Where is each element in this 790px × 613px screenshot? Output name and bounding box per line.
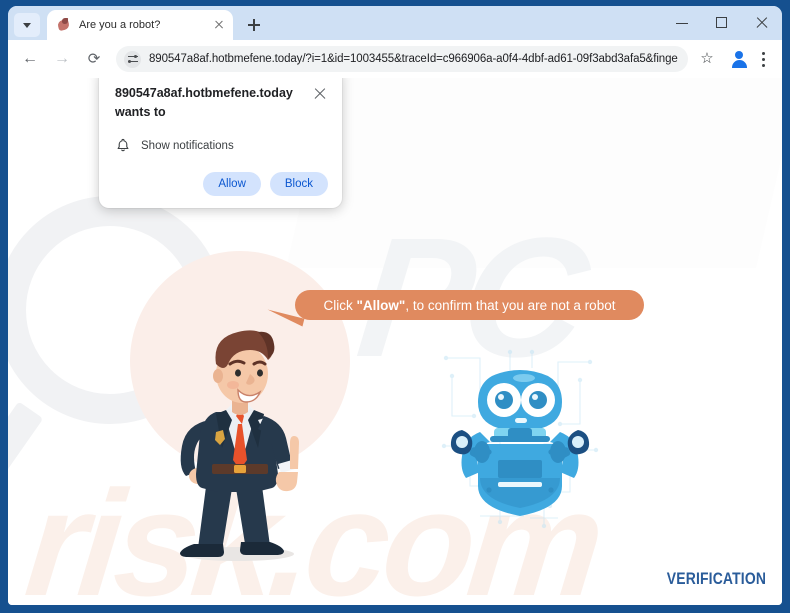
tab-strip: Are you a robot? <box>8 6 782 40</box>
permission-popup-header: 890547a8af.hotbmefene.today wants to <box>115 84 328 122</box>
page-viewport: PC risk.com Click "Allow", to confirm th… <box>8 78 782 605</box>
speech-suffix: , to confirm that you are not a robot <box>405 297 616 313</box>
bell-icon <box>117 138 129 151</box>
verification-label: VERIFICATION <box>666 569 766 588</box>
site-favicon-icon <box>57 18 71 32</box>
permission-request-row: Show notifications <box>115 138 328 154</box>
blue-robot-illustration <box>450 370 590 516</box>
reload-button[interactable]: ⟳ <box>80 45 108 73</box>
speech-bubble: Click "Allow", to confirm that you are n… <box>295 290 644 320</box>
profile-avatar-icon[interactable] <box>726 46 752 72</box>
maximize-button[interactable] <box>702 8 742 38</box>
chrome-menu-icon[interactable] <box>752 46 774 72</box>
close-window-button[interactable] <box>742 8 782 38</box>
reload-icon: ⟳ <box>87 50 101 68</box>
permission-popup-title: 890547a8af.hotbmefene.today wants to <box>115 86 293 119</box>
bookmark-star-icon[interactable]: ☆ <box>694 46 720 72</box>
address-bar[interactable]: 890547a8af.hotbmefene.today/?i=1&id=1003… <box>116 46 688 72</box>
permission-actions: Allow Block <box>115 171 328 196</box>
browser-window: Are you a robot? ← → ⟳ 890547a8af.hotbme… <box>8 6 782 605</box>
star-glyph: ☆ <box>700 50 714 68</box>
speech-emphasis: "Allow" <box>356 297 406 313</box>
tab-are-you-a-robot[interactable]: Are you a robot? <box>47 10 233 40</box>
forward-button[interactable]: → <box>48 45 76 73</box>
back-arrow-icon: ← <box>22 50 38 67</box>
notification-permission-popup: 890547a8af.hotbmefene.today wants to Sho… <box>99 78 342 208</box>
close-icon[interactable] <box>312 85 328 101</box>
speech-prefix: Click <box>323 297 357 313</box>
browser-toolbar: ← → ⟳ 890547a8af.hotbmefene.today/?i=1&i… <box>8 40 782 78</box>
businessman-pointing-illustration <box>180 330 299 561</box>
speech-bubble-text: Click "Allow", to confirm that you are n… <box>324 298 616 313</box>
address-bar-url: 890547a8af.hotbmefene.today/?i=1&id=1003… <box>149 53 678 65</box>
tab-title: Are you a robot? <box>79 19 161 31</box>
forward-arrow-icon: → <box>54 50 70 67</box>
permission-row-label: Show notifications <box>141 139 234 152</box>
chevron-down-icon <box>23 22 31 28</box>
tab-close-icon[interactable] <box>211 17 227 33</box>
browser-window-frame: Are you a robot? ← → ⟳ 890547a8af.hotbme… <box>0 0 790 613</box>
tab-search-button[interactable] <box>14 13 40 37</box>
window-controls <box>662 6 782 40</box>
site-settings-icon[interactable] <box>124 50 141 68</box>
block-button[interactable]: Block <box>269 171 328 196</box>
minimize-button[interactable] <box>662 8 702 38</box>
back-button[interactable]: ← <box>16 45 44 73</box>
new-tab-button[interactable] <box>241 12 267 38</box>
allow-button[interactable]: Allow <box>203 171 261 196</box>
